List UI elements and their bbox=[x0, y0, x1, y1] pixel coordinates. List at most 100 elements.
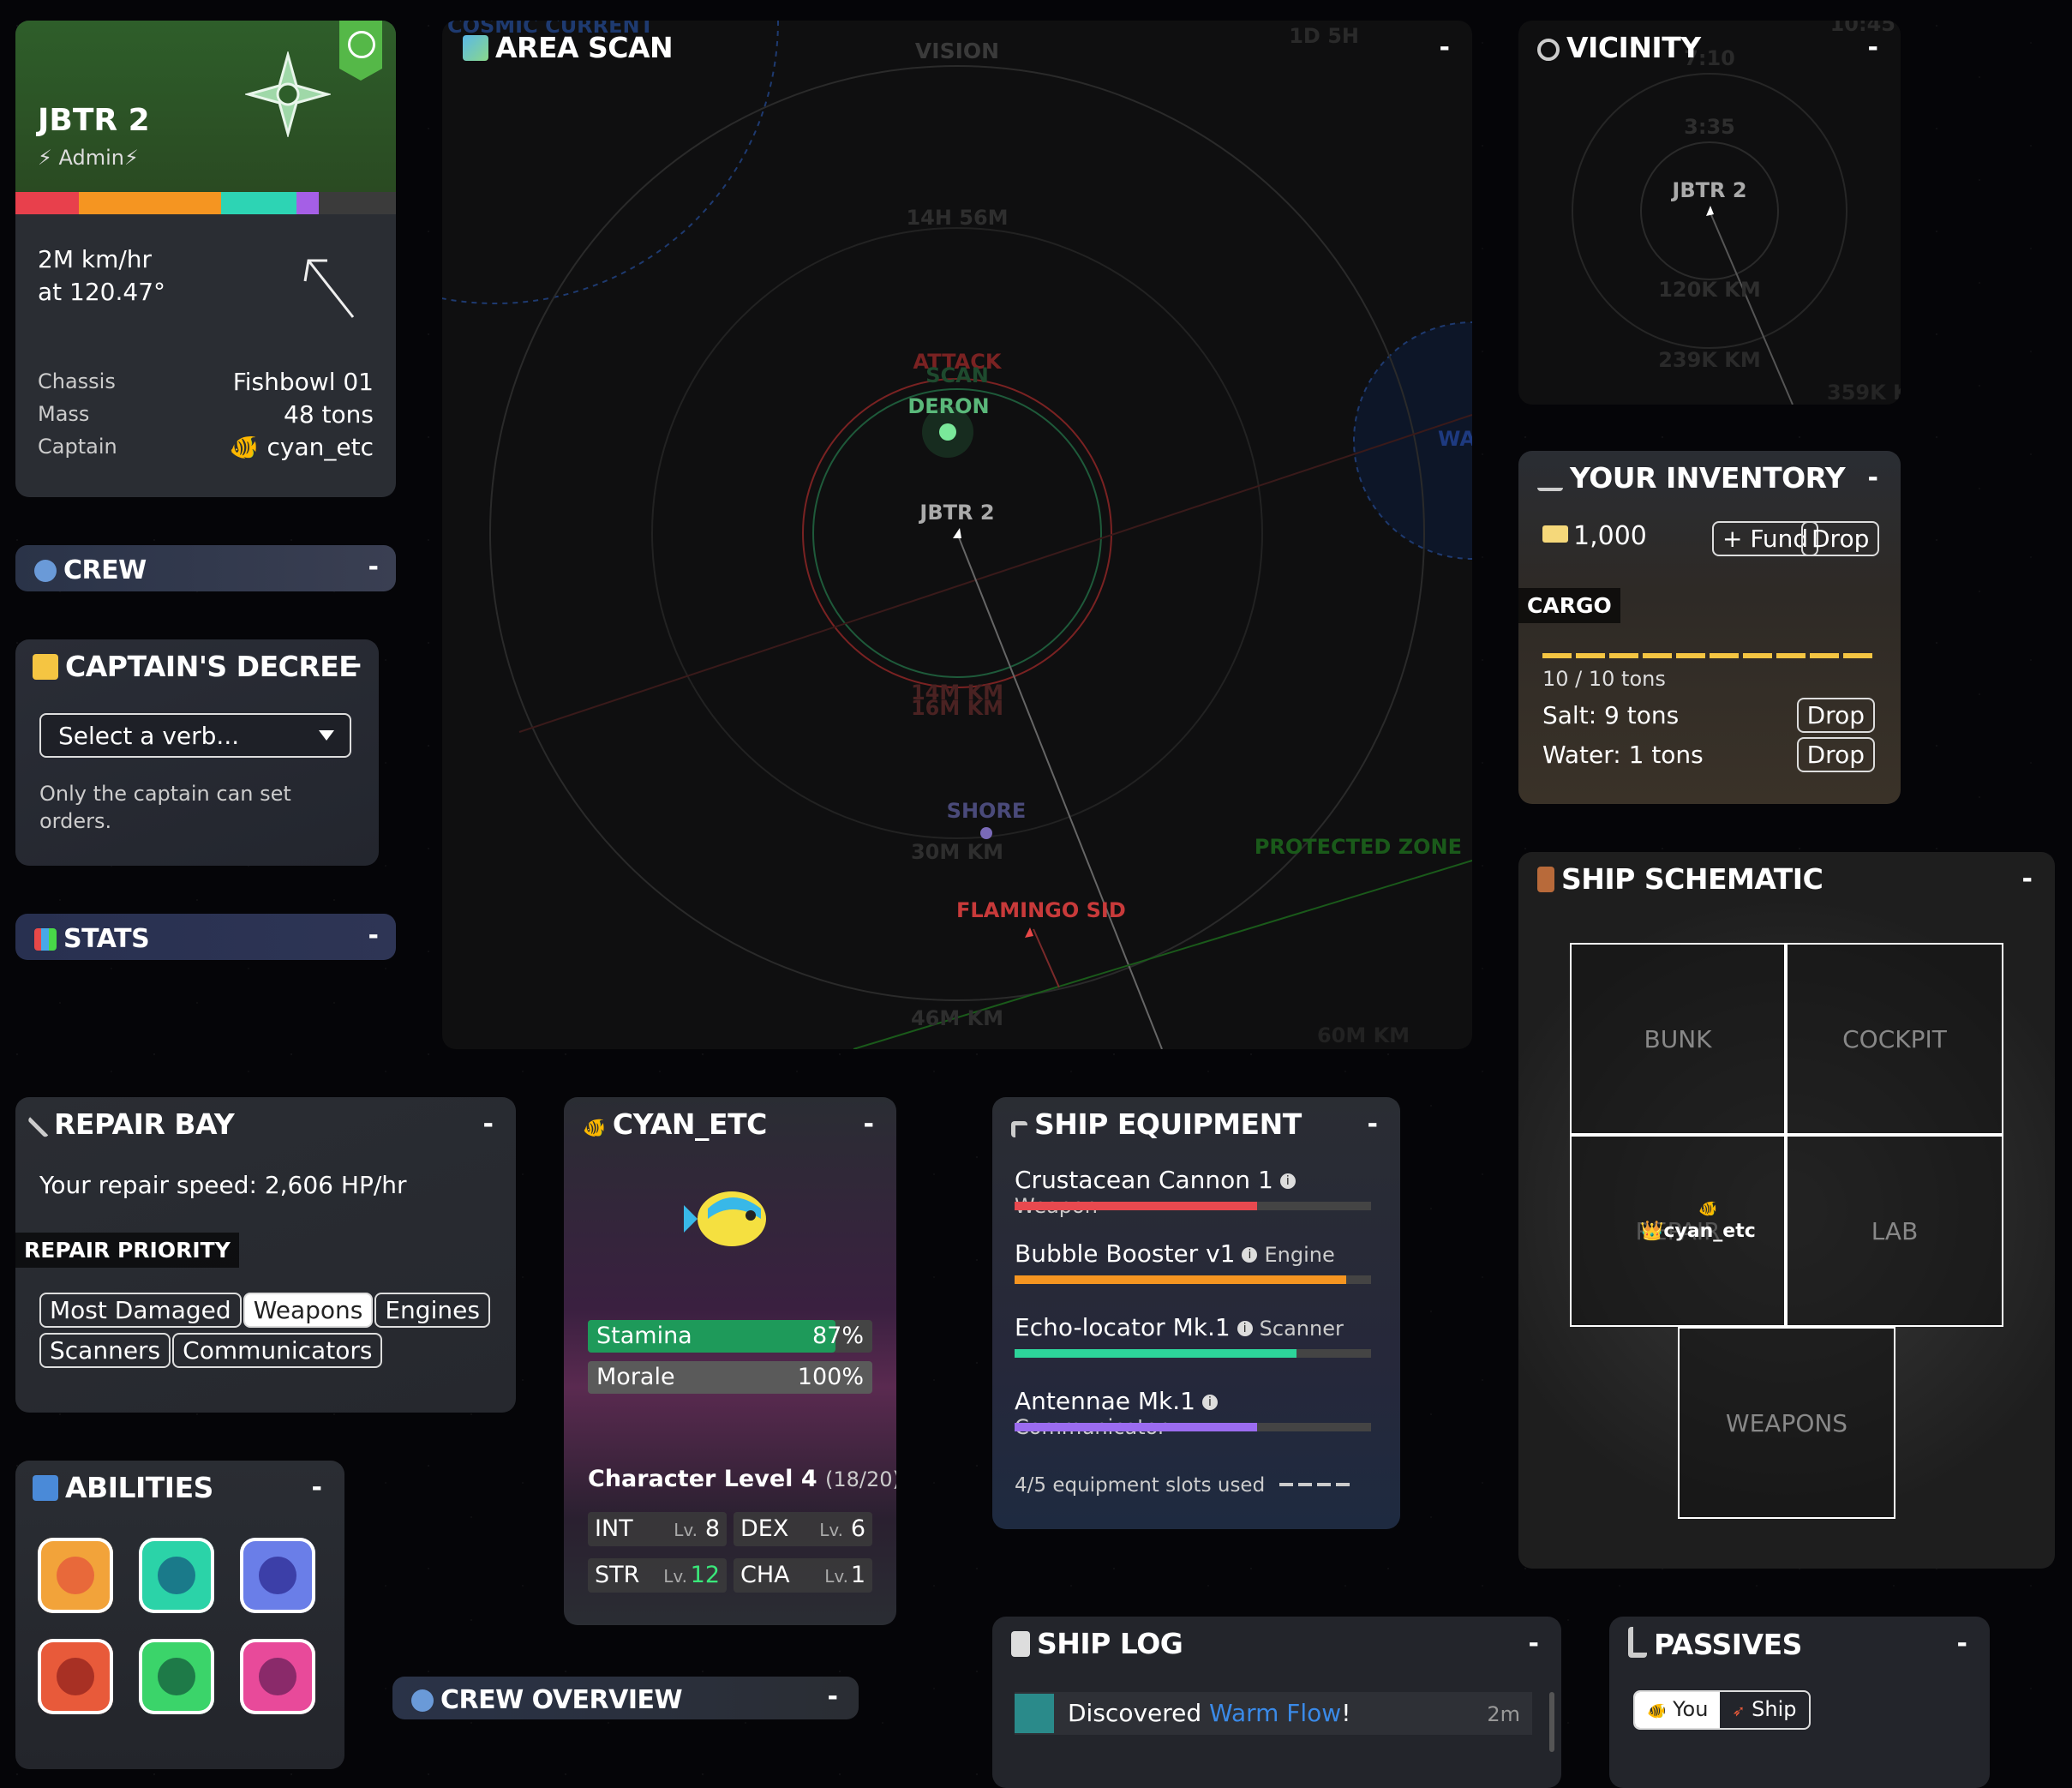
vicinity-map[interactable]: 10:45 7:10 3:35 JBTR 2 120K KM 239K KM 3… bbox=[1518, 21, 1901, 405]
area-scan-title: AREA SCAN bbox=[463, 31, 674, 64]
morale-bar: Morale 100% bbox=[588, 1361, 872, 1394]
drop-cargo-button[interactable]: Drop bbox=[1796, 698, 1875, 733]
warm-flow-label: WA bbox=[1438, 427, 1472, 451]
crew-panel[interactable]: CREW - bbox=[15, 545, 396, 591]
equipment-item[interactable]: Antennae Mk.1iCommunicator bbox=[1015, 1387, 1374, 1461]
schematic-title-text: SHIP SCHEMATIC bbox=[1561, 862, 1823, 896]
room-weapons[interactable]: WEAPONS bbox=[1678, 1327, 1895, 1519]
cargo-text: 10 / 10 tons bbox=[1542, 667, 1666, 691]
passives-minimize-button[interactable]: - bbox=[1957, 1629, 1967, 1659]
spec-value[interactable]: 🐠 cyan_etc bbox=[230, 433, 374, 461]
area-scan-title-text: AREA SCAN bbox=[495, 31, 674, 64]
spec-row: Captain 🐠 cyan_etc bbox=[38, 430, 374, 463]
decree-title: CAPTAIN'S DECREE bbox=[33, 650, 358, 683]
ship-emblem-icon bbox=[243, 50, 332, 139]
ship-heading: at 120.47° bbox=[38, 278, 166, 306]
log-entry-link[interactable]: Warm Flow bbox=[1209, 1699, 1341, 1727]
molecule-ability-icon[interactable] bbox=[139, 1639, 214, 1714]
crew-marker-name[interactable]: 👑cyan_etc bbox=[1640, 1221, 1756, 1242]
rocket-icon: ➶ bbox=[1732, 1702, 1746, 1720]
equipment-name: Bubble Booster v1 bbox=[1015, 1239, 1236, 1268]
attribute-value: 12 bbox=[690, 1562, 720, 1588]
drop-cargo-button[interactable]: Drop bbox=[1796, 737, 1875, 772]
crew-overview-minimize-button[interactable]: - bbox=[828, 1682, 838, 1712]
beacon-ability-icon[interactable] bbox=[38, 1639, 113, 1714]
repair-priority-label: REPAIR PRIORITY bbox=[15, 1233, 239, 1268]
info-icon[interactable]: i bbox=[1242, 1247, 1258, 1263]
equipment-health-bar bbox=[1015, 1202, 1371, 1210]
info-icon[interactable]: i bbox=[1237, 1321, 1253, 1336]
equipment-item[interactable]: Echo-locator Mk.1 i Scanner bbox=[1015, 1313, 1374, 1387]
repair-bay-title: REPAIR BAY bbox=[27, 1107, 235, 1141]
fish-icon: 🐠 bbox=[1647, 1702, 1667, 1720]
spec-row: Chassis Fishbowl 01 bbox=[38, 365, 374, 398]
tab-ship[interactable]: ➶ Ship bbox=[1720, 1692, 1808, 1728]
equipment-health-fill bbox=[1015, 1202, 1257, 1210]
ability-glyph bbox=[259, 1557, 296, 1594]
crew-minimize-button[interactable]: - bbox=[368, 552, 379, 582]
room-cockpit[interactable]: COCKPIT bbox=[1786, 943, 2003, 1135]
priority-option[interactable]: Weapons bbox=[243, 1293, 374, 1328]
equipment-minimize-button[interactable]: - bbox=[1368, 1109, 1378, 1139]
equipment-list: Crustacean Cannon 1iWeaponBubble Booster… bbox=[1015, 1166, 1374, 1461]
equipment-item[interactable]: Crustacean Cannon 1iWeapon bbox=[1015, 1166, 1374, 1239]
magnet-ability-icon[interactable] bbox=[139, 1538, 214, 1613]
cargo-bar bbox=[1542, 653, 1875, 658]
equipment-health-fill bbox=[1015, 1423, 1257, 1431]
vision-label: VISION bbox=[915, 39, 999, 63]
room-label: COCKPIT bbox=[1842, 1025, 1947, 1053]
repair-bay-title-text: REPAIR BAY bbox=[54, 1107, 235, 1141]
info-icon[interactable]: i bbox=[1279, 1173, 1296, 1189]
range-label: 120K KM bbox=[1658, 278, 1761, 302]
log-entry-time: 2m bbox=[1487, 1702, 1520, 1726]
log-scrollbar[interactable] bbox=[1549, 1692, 1554, 1752]
flamingo-marker[interactable] bbox=[1025, 927, 1033, 938]
room-lab[interactable]: LAB bbox=[1786, 1135, 2003, 1327]
ship-speed: 2M km/hr bbox=[38, 245, 153, 273]
compass-badge-icon[interactable] bbox=[339, 21, 382, 81]
equipment-item[interactable]: Bubble Booster v1 i Engine bbox=[1015, 1239, 1374, 1313]
room-repair[interactable]: REPAIR 🐠 👑cyan_etc bbox=[1570, 1135, 1786, 1327]
crew-overview-panel[interactable]: CREW OVERVIEW - bbox=[392, 1677, 859, 1719]
priority-option[interactable]: Most Damaged bbox=[39, 1293, 242, 1328]
area-scan-minimize-button[interactable]: - bbox=[1440, 33, 1450, 63]
wind-ability-icon[interactable] bbox=[240, 1639, 315, 1714]
room-bunk[interactable]: BUNK bbox=[1570, 943, 1786, 1135]
passives-title: PASSIVES bbox=[1628, 1627, 1802, 1661]
schematic-title: SHIP SCHEMATIC bbox=[1537, 862, 1823, 896]
ability-glyph bbox=[57, 1658, 94, 1695]
stamina-bar: Stamina 87% bbox=[588, 1320, 872, 1353]
priority-option[interactable]: Engines bbox=[374, 1293, 490, 1328]
equipment-panel: SHIP EQUIPMENT - Crustacean Cannon 1iWea… bbox=[992, 1097, 1400, 1529]
priority-option[interactable]: Communicators bbox=[172, 1333, 383, 1368]
inventory-minimize-button[interactable]: - bbox=[1868, 463, 1878, 493]
abilities-minimize-button[interactable]: - bbox=[312, 1473, 322, 1503]
vicinity-minimize-button[interactable]: - bbox=[1868, 33, 1878, 63]
cargo-item-name: Salt: 9 tons bbox=[1542, 701, 1680, 729]
schematic-minimize-button[interactable]: - bbox=[2022, 864, 2033, 894]
decree-minimize-button[interactable]: - bbox=[351, 650, 362, 680]
stats-panel[interactable]: STATS - bbox=[15, 914, 396, 960]
verb-select[interactable]: Select a verb... bbox=[39, 713, 351, 758]
cargo-label: CARGO bbox=[1518, 588, 1620, 623]
drop-credits-button[interactable]: Drop bbox=[1801, 521, 1880, 556]
sun-ability-icon[interactable] bbox=[38, 1538, 113, 1613]
disc-ability-icon[interactable] bbox=[240, 1538, 315, 1613]
repair-bay-panel: REPAIR BAY - Your repair speed: 2,606 HP… bbox=[15, 1097, 516, 1413]
repair-bay-minimize-button[interactable]: - bbox=[483, 1109, 494, 1139]
shore-marker[interactable] bbox=[980, 827, 992, 839]
level-text: Character Level 4 bbox=[588, 1466, 817, 1492]
deron-marker[interactable] bbox=[939, 423, 956, 441]
area-scan-map[interactable]: COSMIC CURRENT VISION 1D 5H 14H 56M ATTA… bbox=[442, 21, 1472, 1049]
info-icon[interactable]: i bbox=[1201, 1395, 1218, 1410]
ship-log-minimize-button[interactable]: - bbox=[1529, 1629, 1539, 1659]
tab-you[interactable]: 🐠 You bbox=[1635, 1692, 1721, 1728]
attribute-name: CHA bbox=[740, 1562, 790, 1588]
tools-icon bbox=[1011, 1121, 1027, 1137]
attribute-name: INT bbox=[595, 1515, 633, 1542]
character-minimize-button[interactable]: - bbox=[864, 1109, 874, 1139]
cargo-item: Salt: 9 tons Drop bbox=[1542, 696, 1875, 734]
room-label: BUNK bbox=[1644, 1025, 1712, 1053]
stats-minimize-button[interactable]: - bbox=[368, 921, 379, 951]
priority-option[interactable]: Scanners bbox=[39, 1333, 171, 1368]
